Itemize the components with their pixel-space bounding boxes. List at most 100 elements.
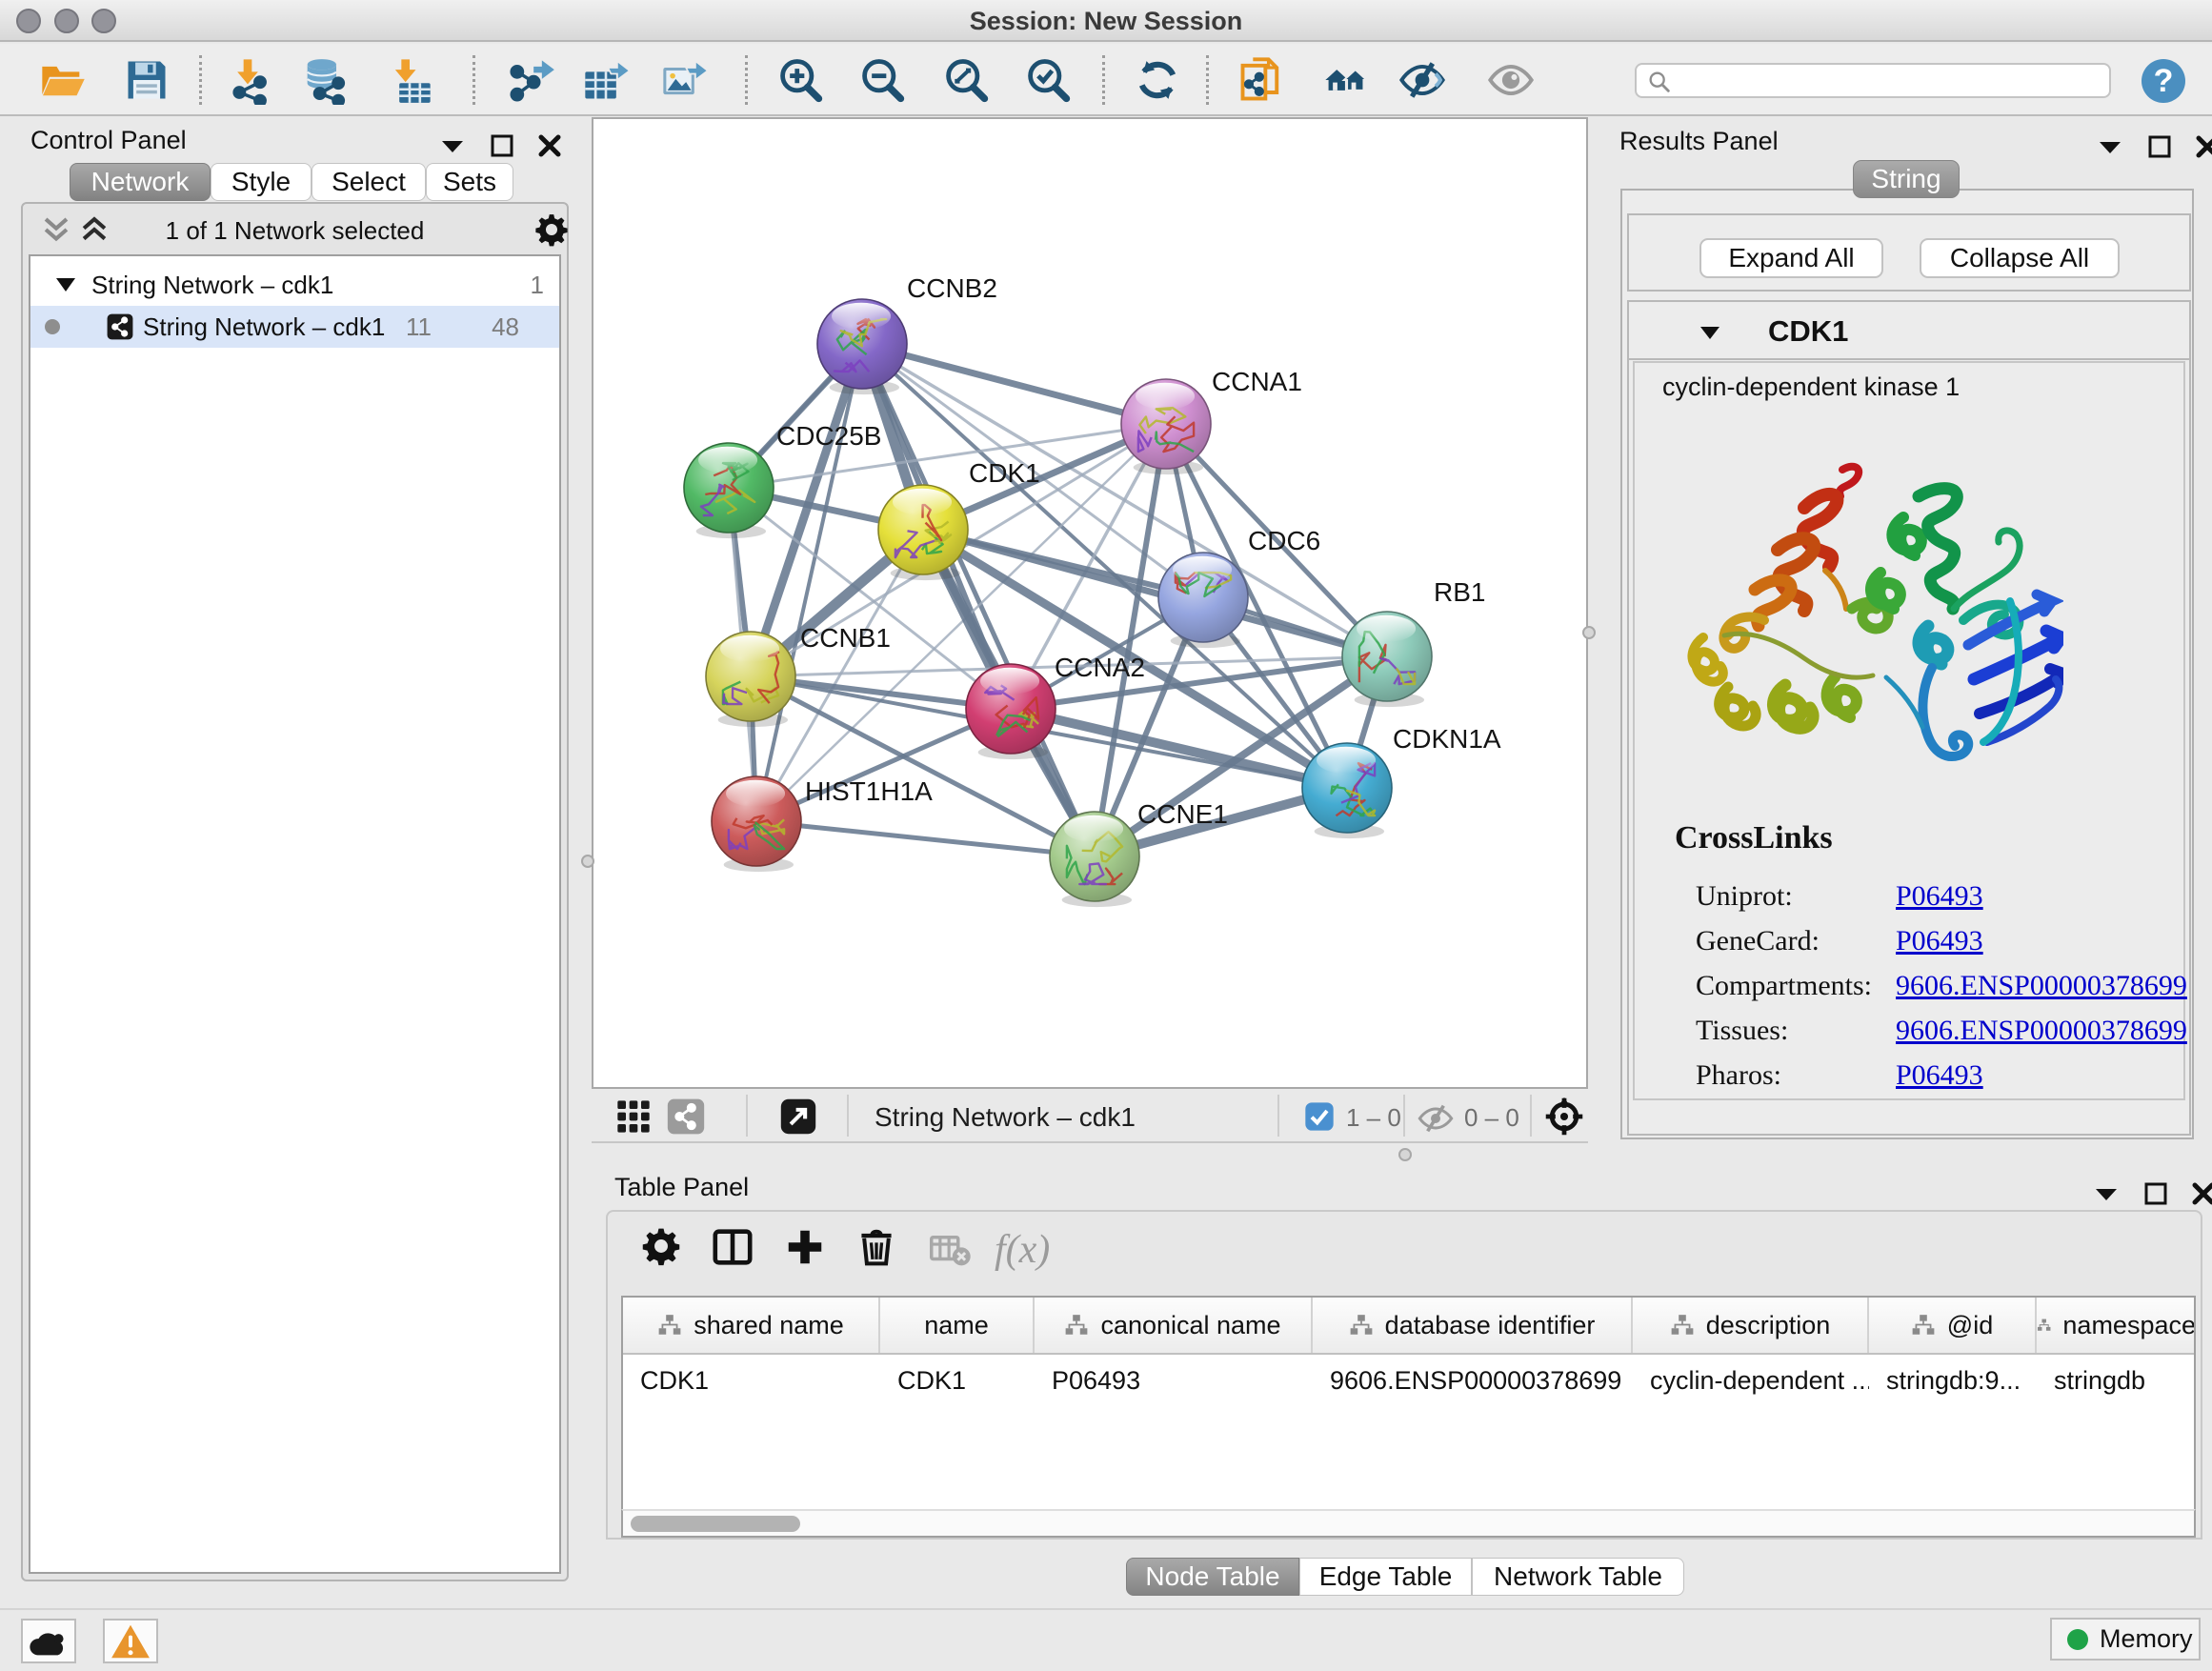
- tab-edge-table[interactable]: Edge Table: [1299, 1558, 1472, 1596]
- network-options-gear-icon[interactable]: [533, 211, 570, 248]
- table-cell[interactable]: stringdb:9...: [1869, 1355, 2037, 1408]
- crosslink-compartments-link[interactable]: 9606.ENSP00000378699: [1896, 970, 2187, 1002]
- crosslink-tissues-link[interactable]: 9606.ENSP00000378699: [1896, 1015, 2187, 1047]
- status-bar-divider: [0, 1608, 2212, 1610]
- copy-network-icon[interactable]: [1237, 55, 1286, 105]
- export-image-icon[interactable]: [659, 55, 709, 105]
- panel-menu-icon[interactable]: [2092, 1185, 2121, 1202]
- collection-expander-icon[interactable]: [53, 275, 78, 294]
- column-header--id[interactable]: @id: [1869, 1298, 2037, 1353]
- zoom-in-icon[interactable]: [775, 55, 825, 105]
- close-panel-icon[interactable]: [537, 133, 562, 158]
- horizontal-scrollbar-thumb[interactable]: [631, 1516, 800, 1532]
- open-file-icon[interactable]: [38, 55, 88, 105]
- close-panel-icon[interactable]: [2191, 1181, 2212, 1206]
- import-network-from-database-icon[interactable]: [299, 55, 349, 105]
- node-label-HIST1H1A: HIST1H1A: [805, 776, 933, 806]
- toolbar-separator: [847, 1095, 849, 1137]
- zoom-out-icon[interactable]: [857, 55, 907, 105]
- collection-count: 1: [531, 271, 544, 300]
- network-canvas[interactable]: CCNB2CCNA1CDC25BCDK1CDC6RB1CCNB1CCNA2CDK…: [592, 117, 1588, 1089]
- tab-node-table[interactable]: Node Table: [1126, 1558, 1299, 1596]
- table-cell[interactable]: CDK1: [623, 1355, 880, 1408]
- selected-checkbox-icon[interactable]: [1304, 1101, 1335, 1132]
- table-cell[interactable]: 9606.ENSP00000378699: [1313, 1355, 1633, 1408]
- memory-button[interactable]: Memory: [2050, 1618, 2201, 1661]
- import-table-icon[interactable]: [385, 55, 434, 105]
- refresh-layout-icon[interactable]: [1133, 55, 1182, 105]
- toolbar-separator: [473, 55, 475, 105]
- show-all-icon[interactable]: [1486, 55, 1536, 105]
- crosslink-uniprot-link[interactable]: P06493: [1896, 880, 1983, 913]
- birds-eye-view-icon[interactable]: [1543, 1096, 1585, 1137]
- zoom-fit-icon[interactable]: [941, 55, 991, 105]
- add-column-icon[interactable]: [783, 1225, 827, 1269]
- tab-sets[interactable]: Sets: [426, 163, 513, 201]
- title-bar: Session: New Session: [0, 0, 2212, 42]
- bottom-splitter-handle[interactable]: [1398, 1148, 1412, 1161]
- grid-view-icon[interactable]: [614, 1097, 653, 1136]
- help-button[interactable]: ?: [2142, 59, 2185, 103]
- float-panel-icon[interactable]: [2143, 1181, 2168, 1206]
- section-expander-icon[interactable]: [1698, 324, 1722, 341]
- expand-all-button[interactable]: Expand All: [1699, 238, 1883, 278]
- column-header-description[interactable]: description: [1633, 1298, 1869, 1353]
- network-share-icon[interactable]: [666, 1097, 706, 1136]
- open-in-new-window-icon[interactable]: [780, 1098, 816, 1135]
- left-splitter-handle[interactable]: [581, 855, 594, 868]
- network-graph[interactable]: CCNB2CCNA1CDC25BCDK1CDC6RB1CCNB1CCNA2CDK…: [593, 119, 1586, 1087]
- tab-network-table[interactable]: Network Table: [1472, 1558, 1684, 1596]
- warning-status-button[interactable]: [103, 1619, 158, 1663]
- column-header-database-identifier[interactable]: database identifier: [1313, 1298, 1633, 1353]
- network-node-CDC25B[interactable]: [684, 443, 774, 538]
- panel-menu-icon[interactable]: [438, 137, 467, 154]
- zoom-selected-icon[interactable]: [1023, 55, 1073, 105]
- close-panel-icon[interactable]: [2195, 134, 2212, 159]
- node-label-CCNB1: CCNB1: [800, 623, 891, 653]
- search-input[interactable]: [1635, 63, 2111, 98]
- network-node-RB1[interactable]: [1342, 612, 1432, 707]
- column-header-name[interactable]: name: [880, 1298, 1035, 1353]
- tab-select[interactable]: Select: [312, 163, 426, 201]
- network-collection-row[interactable]: String Network – cdk1 1: [30, 264, 559, 306]
- export-network-icon[interactable]: [507, 55, 556, 105]
- tab-style[interactable]: Style: [211, 163, 312, 201]
- network-node-HIST1H1A[interactable]: [712, 776, 801, 872]
- tab-network[interactable]: Network: [70, 163, 211, 201]
- table-options-gear-icon[interactable]: [640, 1225, 682, 1267]
- column-header-namespace[interactable]: namespace: [2037, 1298, 2194, 1353]
- table-row[interactable]: CDK1CDK1P064939606.ENSP00000378699cyclin…: [623, 1355, 2194, 1408]
- cloud-status-button[interactable]: [21, 1619, 76, 1663]
- float-panel-icon[interactable]: [2147, 134, 2172, 159]
- network-row[interactable]: String Network – cdk1 11 48: [30, 306, 559, 348]
- table-cell[interactable]: CDK1: [880, 1355, 1035, 1408]
- memory-label: Memory: [2100, 1624, 2193, 1654]
- network-node-CDKN1A[interactable]: [1302, 743, 1392, 838]
- delete-column-icon[interactable]: [855, 1225, 897, 1269]
- column-header-canonical-name[interactable]: canonical name: [1035, 1298, 1313, 1353]
- network-node-CCNE1[interactable]: [1050, 812, 1139, 907]
- collapse-all-button[interactable]: Collapse All: [1920, 238, 2120, 278]
- float-panel-icon[interactable]: [490, 133, 514, 158]
- column-type-icon: [1349, 1314, 1374, 1337]
- panel-menu-icon[interactable]: [2096, 138, 2124, 155]
- network-node-CDC6[interactable]: [1158, 553, 1248, 648]
- import-network-icon[interactable]: [223, 55, 272, 105]
- table-cell[interactable]: P06493: [1035, 1355, 1313, 1408]
- save-session-icon[interactable]: [122, 55, 171, 105]
- tab-string[interactable]: String: [1853, 160, 1960, 198]
- table-cell[interactable]: cyclin-dependent ...: [1633, 1355, 1869, 1408]
- network-node-count: 11: [406, 312, 432, 342]
- show-columns-icon[interactable]: [711, 1225, 754, 1269]
- network-name: String Network – cdk1: [143, 312, 385, 342]
- table-cell[interactable]: stringdb: [2037, 1355, 2194, 1408]
- crosslink-genecard-link[interactable]: P06493: [1896, 925, 1983, 957]
- network-view-toolbar: String Network – cdk1 1 – 0 0 – 0: [592, 1089, 1588, 1143]
- toolbar-separator: [745, 55, 748, 105]
- first-neighbors-icon[interactable]: [1321, 55, 1371, 105]
- export-table-icon[interactable]: [581, 55, 631, 105]
- column-header-shared-name[interactable]: shared name: [623, 1298, 880, 1353]
- crosslink-pharos-link[interactable]: P06493: [1896, 1059, 1983, 1092]
- protein-section-header[interactable]: CDK1: [1629, 302, 2189, 360]
- hide-selected-icon[interactable]: [1398, 55, 1447, 105]
